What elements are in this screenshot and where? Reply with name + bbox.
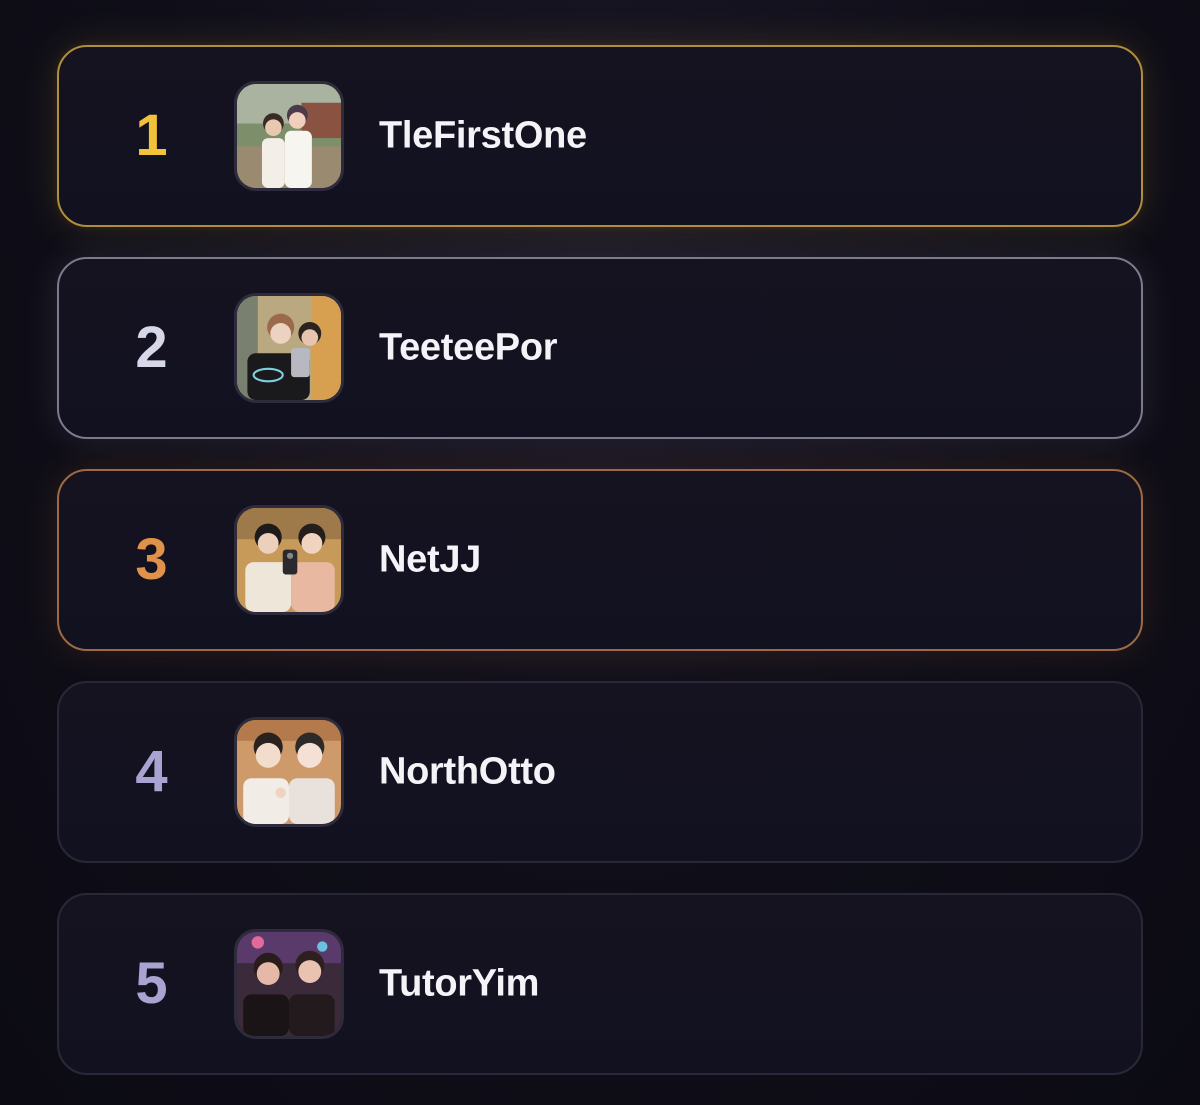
duo-photo-mirror-icon [234, 505, 344, 615]
leaderboard-row-4[interactable]: 4 NorthOtto [57, 681, 1143, 863]
username: TleFirstOne [379, 114, 587, 157]
rank-number: 4 [135, 739, 167, 804]
duo-photo-selfie-icon [234, 293, 344, 403]
rank-number: 5 [135, 951, 167, 1016]
leaderboard-list: 1 TleFirstOne 2 TeeteePor 3 NetJJ 4 Nort… [57, 45, 1143, 1105]
rank-number: 2 [135, 315, 167, 380]
rank-number: 3 [135, 527, 167, 592]
leaderboard-row-5[interactable]: 5 TutorYim [57, 893, 1143, 1075]
rank-number: 1 [135, 103, 167, 168]
duo-photo-night-icon [234, 929, 344, 1039]
leaderboard-row-2[interactable]: 2 TeeteePor [57, 257, 1143, 439]
username: NorthOtto [379, 750, 556, 793]
leaderboard-row-3[interactable]: 3 NetJJ [57, 469, 1143, 651]
username: NetJJ [379, 538, 481, 581]
duo-photo-closeup-icon [234, 717, 344, 827]
username: TutorYim [379, 962, 540, 1005]
leaderboard-row-1[interactable]: 1 TleFirstOne [57, 45, 1143, 227]
username: TeeteePor [379, 326, 558, 369]
duo-photo-outdoor-icon [234, 81, 344, 191]
